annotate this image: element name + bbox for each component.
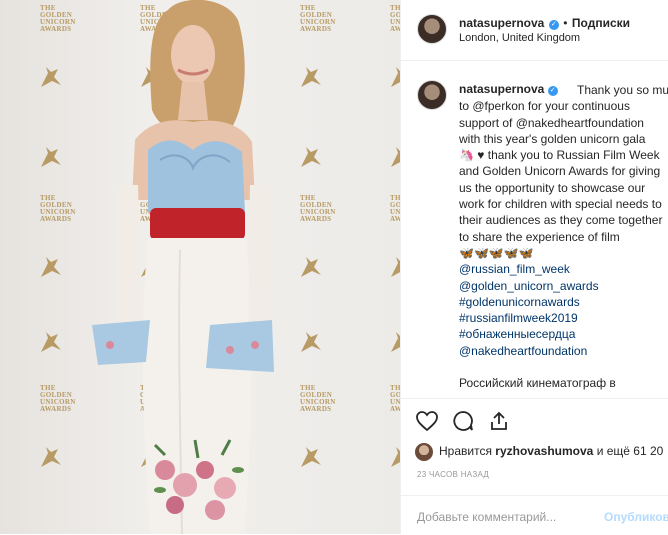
- backdrop-logo: THEGOLDENUNICORNAWARDS: [300, 195, 336, 223]
- liker-avatar[interactable]: [415, 443, 433, 461]
- backdrop-logo: THEGOLDENUNICORNAWARDS: [300, 385, 336, 413]
- unicorn-icon: [388, 445, 400, 469]
- caption-line: 🦄 ♥ thank you to Russian Film Week: [459, 148, 660, 163]
- post-location[interactable]: London, United Kingdom: [459, 32, 580, 44]
- post-sidebar: natasupernova ✓ • Подписки London, Unite…: [400, 0, 668, 534]
- caption-line: work for children with special needs to: [459, 197, 662, 212]
- caption-line[interactable]: @golden_unicorn_awards: [459, 278, 668, 294]
- logo-text: AWARDS: [390, 215, 400, 223]
- post-timestamp[interactable]: 23 ЧАСОВ НАЗАД: [417, 470, 489, 479]
- backdrop-logo: THEGOLDENUNICORNAWARDS: [390, 195, 400, 223]
- comment-box: Добавьте комментарий... Опубликовать: [401, 495, 668, 535]
- unicorn-icon: [388, 65, 400, 89]
- unicorn-icon: [298, 255, 324, 279]
- caption-line: their audiences as they come together: [459, 213, 663, 228]
- unicorn-icon: [38, 330, 64, 354]
- logo-text: AWARDS: [40, 25, 72, 33]
- caption-line[interactable]: #обнаженныесердца: [459, 326, 668, 342]
- logo-text: AWARDS: [40, 405, 72, 413]
- unicorn-icon: [298, 330, 324, 354]
- post-actions: [401, 398, 668, 447]
- unicorn-icon: [298, 65, 324, 89]
- likes-suffix[interactable]: и ещё 61 20: [597, 444, 664, 458]
- caption-line: Российский кинематограф в: [459, 376, 616, 391]
- unicorn-icon: [388, 145, 400, 169]
- caption-line: support of @nakedheartfoundation: [459, 115, 644, 130]
- post-caption: Thank you so much to @fperkon for your co…: [459, 82, 668, 392]
- unicorn-icon: [298, 445, 324, 469]
- woman-in-gown-figure: [92, 0, 274, 534]
- backdrop-logo: THEGOLDENUNICORNAWARDS: [40, 195, 76, 223]
- caption-line[interactable]: #goldenunicornawards: [459, 294, 668, 310]
- caption-line[interactable]: @nakedheartfoundation: [459, 343, 668, 359]
- caption-line: and Golden Unicorn Awards for giving: [459, 164, 661, 179]
- backdrop-logo: THEGOLDENUNICORNAWARDS: [40, 385, 76, 413]
- caption-author-avatar[interactable]: [417, 80, 447, 110]
- post-photo[interactable]: THE GOLDEN UNICORN AWARDS THE GOLDEN UNICORN AW…: [0, 0, 400, 534]
- comment-input[interactable]: Добавьте комментарий...: [417, 510, 556, 524]
- unicorn-icon: [388, 255, 400, 279]
- liker-username[interactable]: ryzhovashumova: [495, 444, 593, 458]
- unicorn-icon: [38, 145, 64, 169]
- author-username[interactable]: natasupernova: [459, 16, 544, 30]
- unicorn-icon: [388, 330, 400, 354]
- logo-text: AWARDS: [40, 215, 72, 223]
- caption-line[interactable]: #russianfilmweek2019: [459, 310, 668, 326]
- unicorn-icon: [38, 445, 64, 469]
- logo-text: AWARDS: [300, 405, 332, 413]
- follow-button[interactable]: Подписки: [572, 16, 630, 30]
- likes-summary: Нравится ryzhovashumova и ещё 61 20: [415, 443, 663, 461]
- verified-badge-icon: ✓: [548, 20, 559, 30]
- author-avatar[interactable]: [417, 14, 447, 44]
- caption-line[interactable]: @russian_film_week: [459, 261, 668, 277]
- likes-prefix: Нравится: [439, 444, 492, 459]
- backdrop-logo: THEGOLDENUNICORNAWARDS: [40, 5, 76, 33]
- unicorn-icon: [38, 255, 64, 279]
- caption-line: Thank you so much: [577, 83, 668, 97]
- backdrop-logo: THEGOLDENUNICORNAWARDS: [300, 5, 336, 33]
- post-header: natasupernova ✓ • Подписки London, Unite…: [401, 0, 668, 61]
- caption-line: with this year's golden unicorn gala: [459, 131, 646, 146]
- backdrop-logo: THEGOLDENUNICORNAWARDS: [390, 385, 400, 413]
- logo-text: AWARDS: [390, 405, 400, 413]
- backdrop-logo: THEGOLDENUNICORNAWARDS: [390, 5, 400, 33]
- separator-dot: •: [563, 16, 568, 30]
- heart-icon[interactable]: [415, 409, 439, 433]
- caption-line: to @fperkon for your continuous: [459, 99, 630, 114]
- caption-line: [459, 359, 668, 375]
- post-comment-button[interactable]: Опубликовать: [604, 510, 668, 524]
- caption-line: to share the experience of film: [459, 229, 620, 244]
- share-icon[interactable]: [487, 409, 511, 433]
- logo-text: AWARDS: [390, 25, 400, 33]
- unicorn-icon: [298, 145, 324, 169]
- unicorn-icon: [38, 65, 64, 89]
- caption-line: us the opportunity to showcase our: [459, 180, 646, 195]
- logo-text: AWARDS: [300, 215, 332, 223]
- caption-line: 🦋🦋🦋🦋🦋: [459, 245, 534, 260]
- comment-icon[interactable]: [451, 409, 475, 433]
- logo-text: AWARDS: [300, 25, 332, 33]
